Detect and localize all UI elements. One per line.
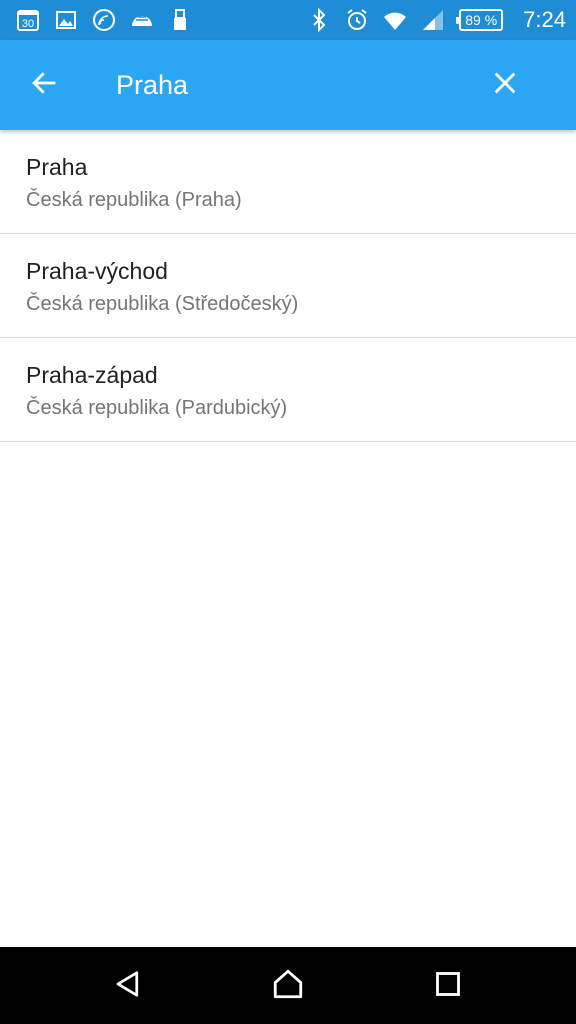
search-input[interactable] [116,65,456,105]
cast-icon [92,8,116,32]
back-triangle-icon [113,969,143,1003]
navigation-bar [0,947,576,1024]
close-icon [491,69,519,101]
weather-icon [130,8,154,32]
result-title: Praha-západ [26,362,158,388]
calendar-day: 30 [22,18,34,30]
alarm-icon [345,8,369,32]
back-button[interactable] [20,61,68,109]
gallery-icon [54,8,78,32]
result-subtitle: Česká republika (Praha) [26,189,242,211]
result-title: Praha-východ [26,258,168,284]
clear-search-button[interactable] [481,61,529,109]
home-icon [271,967,305,1005]
result-subtitle: Česká republika (Středočeský) [26,293,299,315]
nav-recents-button[interactable] [423,961,473,1011]
usb-icon [168,8,192,32]
list-item[interactable]: Praha-východ Česká republika (Středočesk… [0,234,576,338]
calendar-icon: 30 [16,8,40,32]
status-time: 7:24 [523,7,566,32]
wifi-icon [383,8,407,32]
search-results-list: Praha Česká republika (Praha) Praha-vých… [0,130,576,442]
recents-icon [434,970,462,1002]
nav-home-button[interactable] [263,961,313,1011]
arrow-back-icon [29,68,59,102]
list-item[interactable]: Praha Česká republika (Praha) [0,130,576,234]
notification-icons: 30 [16,8,192,32]
search-app-bar [0,40,576,130]
result-title: Praha [26,154,88,180]
bluetooth-icon [307,8,331,32]
battery-indicator: 89 % [456,9,504,31]
result-subtitle: Česká republika (Pardubický) [26,397,288,419]
nav-back-button[interactable] [103,961,153,1011]
status-bar: 30 89 % 7:24 [0,0,576,40]
signal-icon [421,8,445,32]
list-item[interactable]: Praha-západ Česká republika (Pardubický) [0,338,576,442]
system-icons: 89 % 7:24 [307,7,566,33]
